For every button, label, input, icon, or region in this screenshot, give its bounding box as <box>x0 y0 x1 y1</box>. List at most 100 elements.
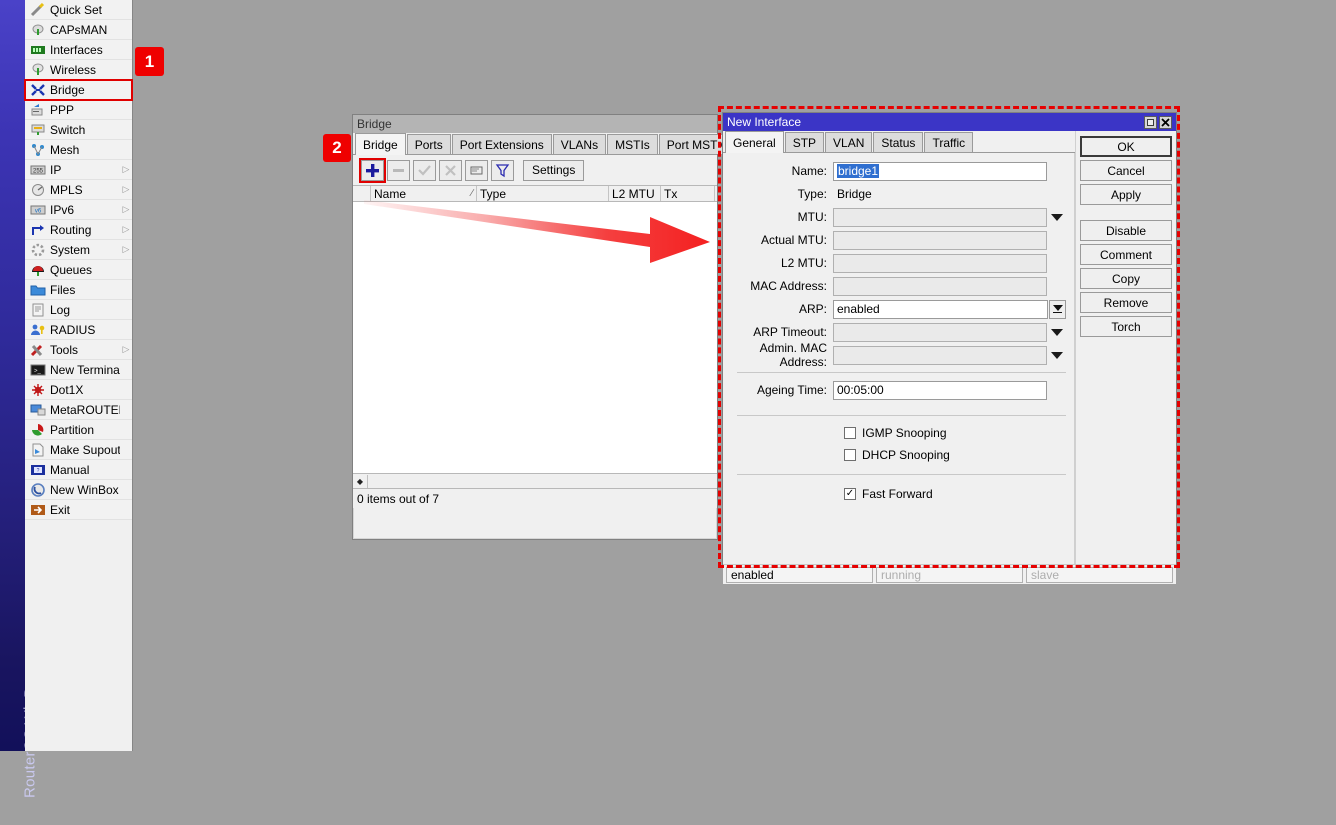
filter-button[interactable] <box>491 160 514 181</box>
sidebar-item-label: IPv6 <box>50 203 120 217</box>
bridge-tab-vlans[interactable]: VLANs <box>553 134 606 154</box>
new-interface-titlebar[interactable]: New Interface <box>723 113 1176 131</box>
newif-tab-status[interactable]: Status <box>873 132 923 152</box>
scroll-left-icon[interactable]: ◆ <box>353 475 368 488</box>
remove-button[interactable]: Remove <box>1080 292 1172 313</box>
field-row-admin-mac-address: Admin. MAC Address: <box>723 344 1066 366</box>
comment-bridge-button[interactable] <box>465 160 488 181</box>
sidebar-item-label: Interfaces <box>50 43 120 57</box>
cancel-button[interactable]: Cancel <box>1080 160 1172 181</box>
apply-button[interactable]: Apply <box>1080 184 1172 205</box>
sidebar-item-log[interactable]: Log <box>25 300 132 320</box>
bridge-window: Bridge BridgePortsPort ExtensionsVLANsMS… <box>352 114 718 540</box>
sidebar-item-mpls[interactable]: MPLS▷ <box>25 180 132 200</box>
sidebar-item-label: System <box>50 243 120 257</box>
sidebar-item-new-terminal[interactable]: >_New Terminal <box>25 360 132 380</box>
sidebar-item-metarouter[interactable]: MetaROUTER <box>25 400 132 420</box>
field-input-name[interactable]: bridge1 <box>833 162 1047 181</box>
bridge-tab-mstis[interactable]: MSTIs <box>607 134 658 154</box>
copy-button[interactable]: Copy <box>1080 268 1172 289</box>
sidebar-item-ppp[interactable]: PPP <box>25 100 132 120</box>
sidebar-item-radius[interactable]: RADIUS <box>25 320 132 340</box>
bridge-horizontal-scrollbar[interactable]: ◆ <box>353 474 717 489</box>
remove-bridge-button[interactable] <box>387 160 410 181</box>
bridge-tab-bridge[interactable]: Bridge <box>355 133 406 155</box>
checkbox-row-igmp-snooping[interactable]: IGMP Snooping <box>723 422 1066 444</box>
newif-tab-traffic[interactable]: Traffic <box>924 132 973 152</box>
dropdown-button-icon[interactable] <box>1049 300 1066 319</box>
comment-button[interactable]: Comment <box>1080 244 1172 265</box>
settings-button[interactable]: Settings <box>523 160 584 181</box>
tab-label: Status <box>881 136 915 150</box>
column-header-tx[interactable]: Tx <box>661 186 715 201</box>
sidebar-item-routing[interactable]: Routing▷ <box>25 220 132 240</box>
radius-icon <box>30 323 46 337</box>
sidebar-item-exit[interactable]: Exit <box>25 500 132 520</box>
svg-text:255: 255 <box>32 168 43 174</box>
tools-icon <box>30 343 46 357</box>
sidebar-item-ipv6[interactable]: v6IPv6▷ <box>25 200 132 220</box>
add-bridge-button[interactable] <box>361 160 384 181</box>
checkbox-row-dhcp-snooping[interactable]: DHCP Snooping <box>723 444 1066 466</box>
sidebar-item-files[interactable]: Files <box>25 280 132 300</box>
sidebar-item-partition[interactable]: Partition <box>25 420 132 440</box>
sidebar-item-mesh[interactable]: Mesh <box>25 140 132 160</box>
sidebar-item-label: Dot1X <box>50 383 120 397</box>
sidebar-item-interfaces[interactable]: Interfaces <box>25 40 132 60</box>
chevron-down-icon[interactable] <box>1047 208 1066 227</box>
column-header-type[interactable]: Type <box>477 186 609 201</box>
enable-bridge-button[interactable] <box>413 160 436 181</box>
sidebar-item-bridge[interactable]: Bridge <box>25 80 132 100</box>
close-button[interactable] <box>1159 116 1172 129</box>
sidebar-item-manual[interactable]: ?Manual <box>25 460 132 480</box>
manual-icon: ? <box>30 463 46 477</box>
column-header-blank[interactable] <box>353 186 371 201</box>
restore-button[interactable] <box>1144 116 1157 129</box>
checkbox-row-fast-forward[interactable]: ✓Fast Forward <box>723 483 1066 505</box>
column-header-name[interactable]: Name∕ <box>371 186 477 201</box>
sidebar-item-make-supout-rif[interactable]: Make Supout.rif <box>25 440 132 460</box>
sidebar-item-switch[interactable]: Switch <box>25 120 132 140</box>
disable-button[interactable]: Disable <box>1080 220 1172 241</box>
ppp-icon <box>29 102 46 117</box>
chevron-down-icon[interactable] <box>1047 346 1066 365</box>
disable-bridge-button[interactable] <box>439 160 462 181</box>
chevron-down-icon[interactable] <box>1047 323 1066 342</box>
checkbox-fast-forward[interactable]: ✓ <box>844 488 856 500</box>
sidebar-item-system[interactable]: System▷ <box>25 240 132 260</box>
checkbox-dhcp-snooping[interactable] <box>844 449 856 461</box>
torch-button[interactable]: Torch <box>1080 316 1172 337</box>
submenu-chevron-icon: ▷ <box>120 344 132 355</box>
sidebar-item-label: Bridge <box>50 83 120 97</box>
submenu-chevron-icon: ▷ <box>120 224 132 235</box>
sidebar-item-new-winbox[interactable]: New WinBox <box>25 480 132 500</box>
sidebar-item-wireless[interactable]: Wireless <box>25 60 132 80</box>
checkbox-igmp-snooping[interactable] <box>844 427 856 439</box>
field-row-arp: ARP:enabled <box>723 298 1066 320</box>
close-icon <box>1161 118 1170 127</box>
sidebar-item-ip[interactable]: 255IP▷ <box>25 160 132 180</box>
sidebar-item-queues[interactable]: Queues <box>25 260 132 280</box>
sidebar-item-label: IP <box>50 163 120 177</box>
bridge-tab-ports[interactable]: Ports <box>407 134 451 154</box>
field-input-type[interactable]: Bridge <box>833 185 1047 204</box>
bridge-tab-port-extensions[interactable]: Port Extensions <box>452 134 552 154</box>
field-input-arp[interactable]: enabled <box>833 300 1048 319</box>
ok-button[interactable]: OK <box>1080 136 1172 157</box>
field-label-name: Name: <box>723 164 833 178</box>
svg-text:>_: >_ <box>34 368 42 374</box>
sidebar-item-quick-set[interactable]: Quick Set <box>25 0 132 20</box>
ipv6-icon: v6 <box>30 203 46 217</box>
newif-tab-vlan[interactable]: VLAN <box>825 132 872 152</box>
newif-tab-general[interactable]: General <box>725 131 784 153</box>
bridge-window-titlebar[interactable]: Bridge <box>353 115 717 133</box>
sidebar-item-label: Switch <box>50 123 120 137</box>
field-input-ageing-time[interactable]: 00:05:00 <box>833 381 1047 400</box>
newif-tab-stp[interactable]: STP <box>785 132 824 152</box>
scrollbar-track[interactable] <box>368 475 717 488</box>
bridge-list-area[interactable] <box>353 202 717 474</box>
sidebar-item-capsman[interactable]: CAPsMAN <box>25 20 132 40</box>
column-header-l2-mtu[interactable]: L2 MTU <box>609 186 661 201</box>
sidebar-item-dot1x[interactable]: Dot1X <box>25 380 132 400</box>
sidebar-item-tools[interactable]: Tools▷ <box>25 340 132 360</box>
